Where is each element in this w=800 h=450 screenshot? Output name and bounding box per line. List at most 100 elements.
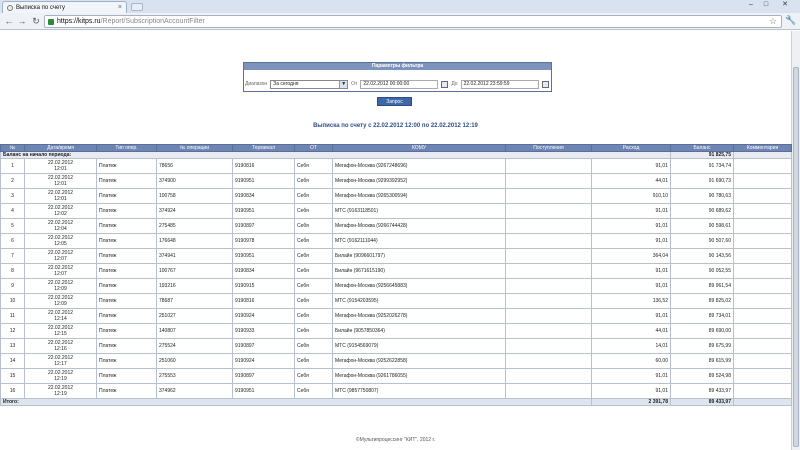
cell-in: [505, 203, 592, 219]
cell-term: 9190924: [232, 308, 295, 324]
cell-comment: [733, 173, 792, 189]
cell-op: 140807: [156, 323, 233, 339]
address-bar[interactable]: https://kitps.ru /Report/SubscriptionAcc…: [44, 15, 782, 28]
cell-comment: [733, 263, 792, 279]
cell-time: 12:07: [54, 256, 67, 262]
cell-to: Мегафон-Москва (9266744428): [332, 218, 506, 234]
cell-out: 91,01: [591, 233, 671, 249]
cell-op: 176648: [156, 233, 233, 249]
cell-to: Мегафон-Москва (9299392952): [332, 173, 506, 189]
cell-op: 275524: [156, 338, 233, 354]
table-header-row: № Дата/время Тип опер. № операции Терминал ОТ…: [0, 144, 792, 152]
cell-dt: 22.02.2012 12:07: [24, 248, 97, 264]
cell-time: 12:17: [54, 361, 67, 367]
cell-in: [505, 308, 592, 324]
opening-balance-value: 91 825,75: [670, 151, 734, 159]
cell-bal: 89 825,02: [670, 293, 734, 309]
from-date-input[interactable]: 22.02.2012 00:00:00: [360, 79, 439, 89]
cell-op: 100758: [156, 188, 233, 204]
cell-out: 91,01: [591, 383, 671, 399]
cell-no: 7: [0, 248, 25, 264]
cell-to: МТС (9857750807): [332, 383, 506, 399]
cell-no: 8: [0, 263, 25, 279]
cell-op: 374924: [156, 203, 233, 219]
reload-icon[interactable]: ↻: [30, 15, 42, 27]
forward-arrow-icon[interactable]: →: [16, 15, 28, 27]
cell-term: 9190978: [232, 233, 295, 249]
cell-from: Себя: [294, 218, 333, 234]
cell-dt: 22.02.2012 12:01: [24, 173, 97, 189]
cell-bal: 90 052,55: [670, 263, 734, 279]
cell-no: 15: [0, 368, 25, 384]
table-row: 4 22.02.2012 12:02 Платеж 374924 9190951 Себя М…: [0, 203, 792, 219]
cell-bal: 89 675,99: [670, 338, 734, 354]
cell-term: 9190915: [232, 278, 295, 294]
submit-query-button[interactable]: Запрос: [377, 97, 412, 106]
cell-dt: 22.02.2012 12:14: [24, 308, 97, 324]
cell-bal: 90 507,60: [670, 233, 734, 249]
cell-comment: [733, 323, 792, 339]
cell-type: Платеж: [96, 158, 157, 174]
cell-bal: 89 433,97: [670, 383, 734, 399]
wrench-menu-icon[interactable]: 🔧: [785, 15, 796, 26]
column-header: Расход: [591, 144, 671, 152]
chevron-down-icon[interactable]: ▼: [339, 80, 348, 88]
browser-tab-bar: Выписка по счету × – □ ✕: [0, 0, 800, 13]
cell-bal: 91 734,74: [670, 158, 734, 174]
new-tab-button[interactable]: [131, 3, 143, 11]
cell-comment: [733, 248, 792, 264]
cell-from: Себя: [294, 368, 333, 384]
cell-in: [505, 263, 592, 279]
cell-op: 193216: [156, 278, 233, 294]
table-row: 10 22.02.2012 12:09 Платеж 78687 9190816 Себя М…: [0, 293, 792, 309]
cell-type: Платеж: [96, 308, 157, 324]
cell-out: 91,01: [591, 278, 671, 294]
cell-op: 374962: [156, 383, 233, 399]
cell-to: Мегафон-Москва (9252026278): [332, 308, 506, 324]
cell-comment: [733, 308, 792, 324]
cell-in: [505, 278, 592, 294]
page-favicon-icon: [7, 4, 13, 11]
cell-op: 251060: [156, 353, 233, 369]
cell-from: Себя: [294, 263, 333, 279]
table-row: 7 22.02.2012 12:07 Платеж 374941 9190951 Себя Б…: [0, 248, 792, 264]
cell-type: Платеж: [96, 188, 157, 204]
window-maximize-button[interactable]: □: [759, 0, 773, 10]
cell-bal: 89 615,99: [670, 353, 734, 369]
bookmark-star-icon[interactable]: ☆: [769, 16, 777, 27]
table-row: 3 22.02.2012 12:01 Платеж 100758 9190834 Себя М…: [0, 188, 792, 204]
browser-tab[interactable]: Выписка по счету ×: [2, 1, 127, 13]
opening-balance-label: Баланс на начало периода:: [0, 151, 671, 159]
cell-comment: [733, 218, 792, 234]
cell-out: 364,04: [591, 248, 671, 264]
back-arrow-icon[interactable]: ←: [3, 15, 15, 27]
cell-from: Себя: [294, 353, 333, 369]
range-select[interactable]: За сегодня ▼: [270, 79, 349, 89]
cell-to: МТС (9162111044): [332, 233, 506, 249]
cell-no: 12: [0, 323, 25, 339]
column-header: № операции: [156, 144, 233, 152]
cell-out: 60,00: [591, 353, 671, 369]
calendar-icon[interactable]: [441, 80, 449, 88]
to-date-input[interactable]: 22.02.2012 23:59:59: [460, 79, 539, 89]
cell-out: 91,01: [591, 263, 671, 279]
filter-title: Параметры фильтра: [244, 63, 551, 70]
window-close-button[interactable]: ✕: [778, 0, 792, 10]
opening-balance-row: Баланс на начало периода: 91 825,75: [0, 151, 792, 159]
window-minimize-button[interactable]: –: [744, 0, 758, 10]
cell-bal: 90 598,61: [670, 218, 734, 234]
column-header: Комментарии: [733, 144, 792, 152]
cell-no: 3: [0, 188, 25, 204]
scrollbar-thumb[interactable]: [793, 67, 799, 447]
column-header: Поступления: [505, 144, 592, 152]
cell-out: 91,01: [591, 158, 671, 174]
page-scrollbar[interactable]: [791, 31, 800, 450]
cell-op: 78656: [156, 158, 233, 174]
cell-dt: 22.02.2012 12:19: [24, 368, 97, 384]
cell-term: 9190951: [232, 203, 295, 219]
tab-close-icon[interactable]: ×: [118, 4, 126, 11]
calendar-icon[interactable]: [541, 80, 549, 88]
cell-no: 2: [0, 173, 25, 189]
table-row: 12 22.02.2012 12:15 Платеж 140807 9190933 Себя…: [0, 323, 792, 339]
cell-type: Платеж: [96, 383, 157, 399]
